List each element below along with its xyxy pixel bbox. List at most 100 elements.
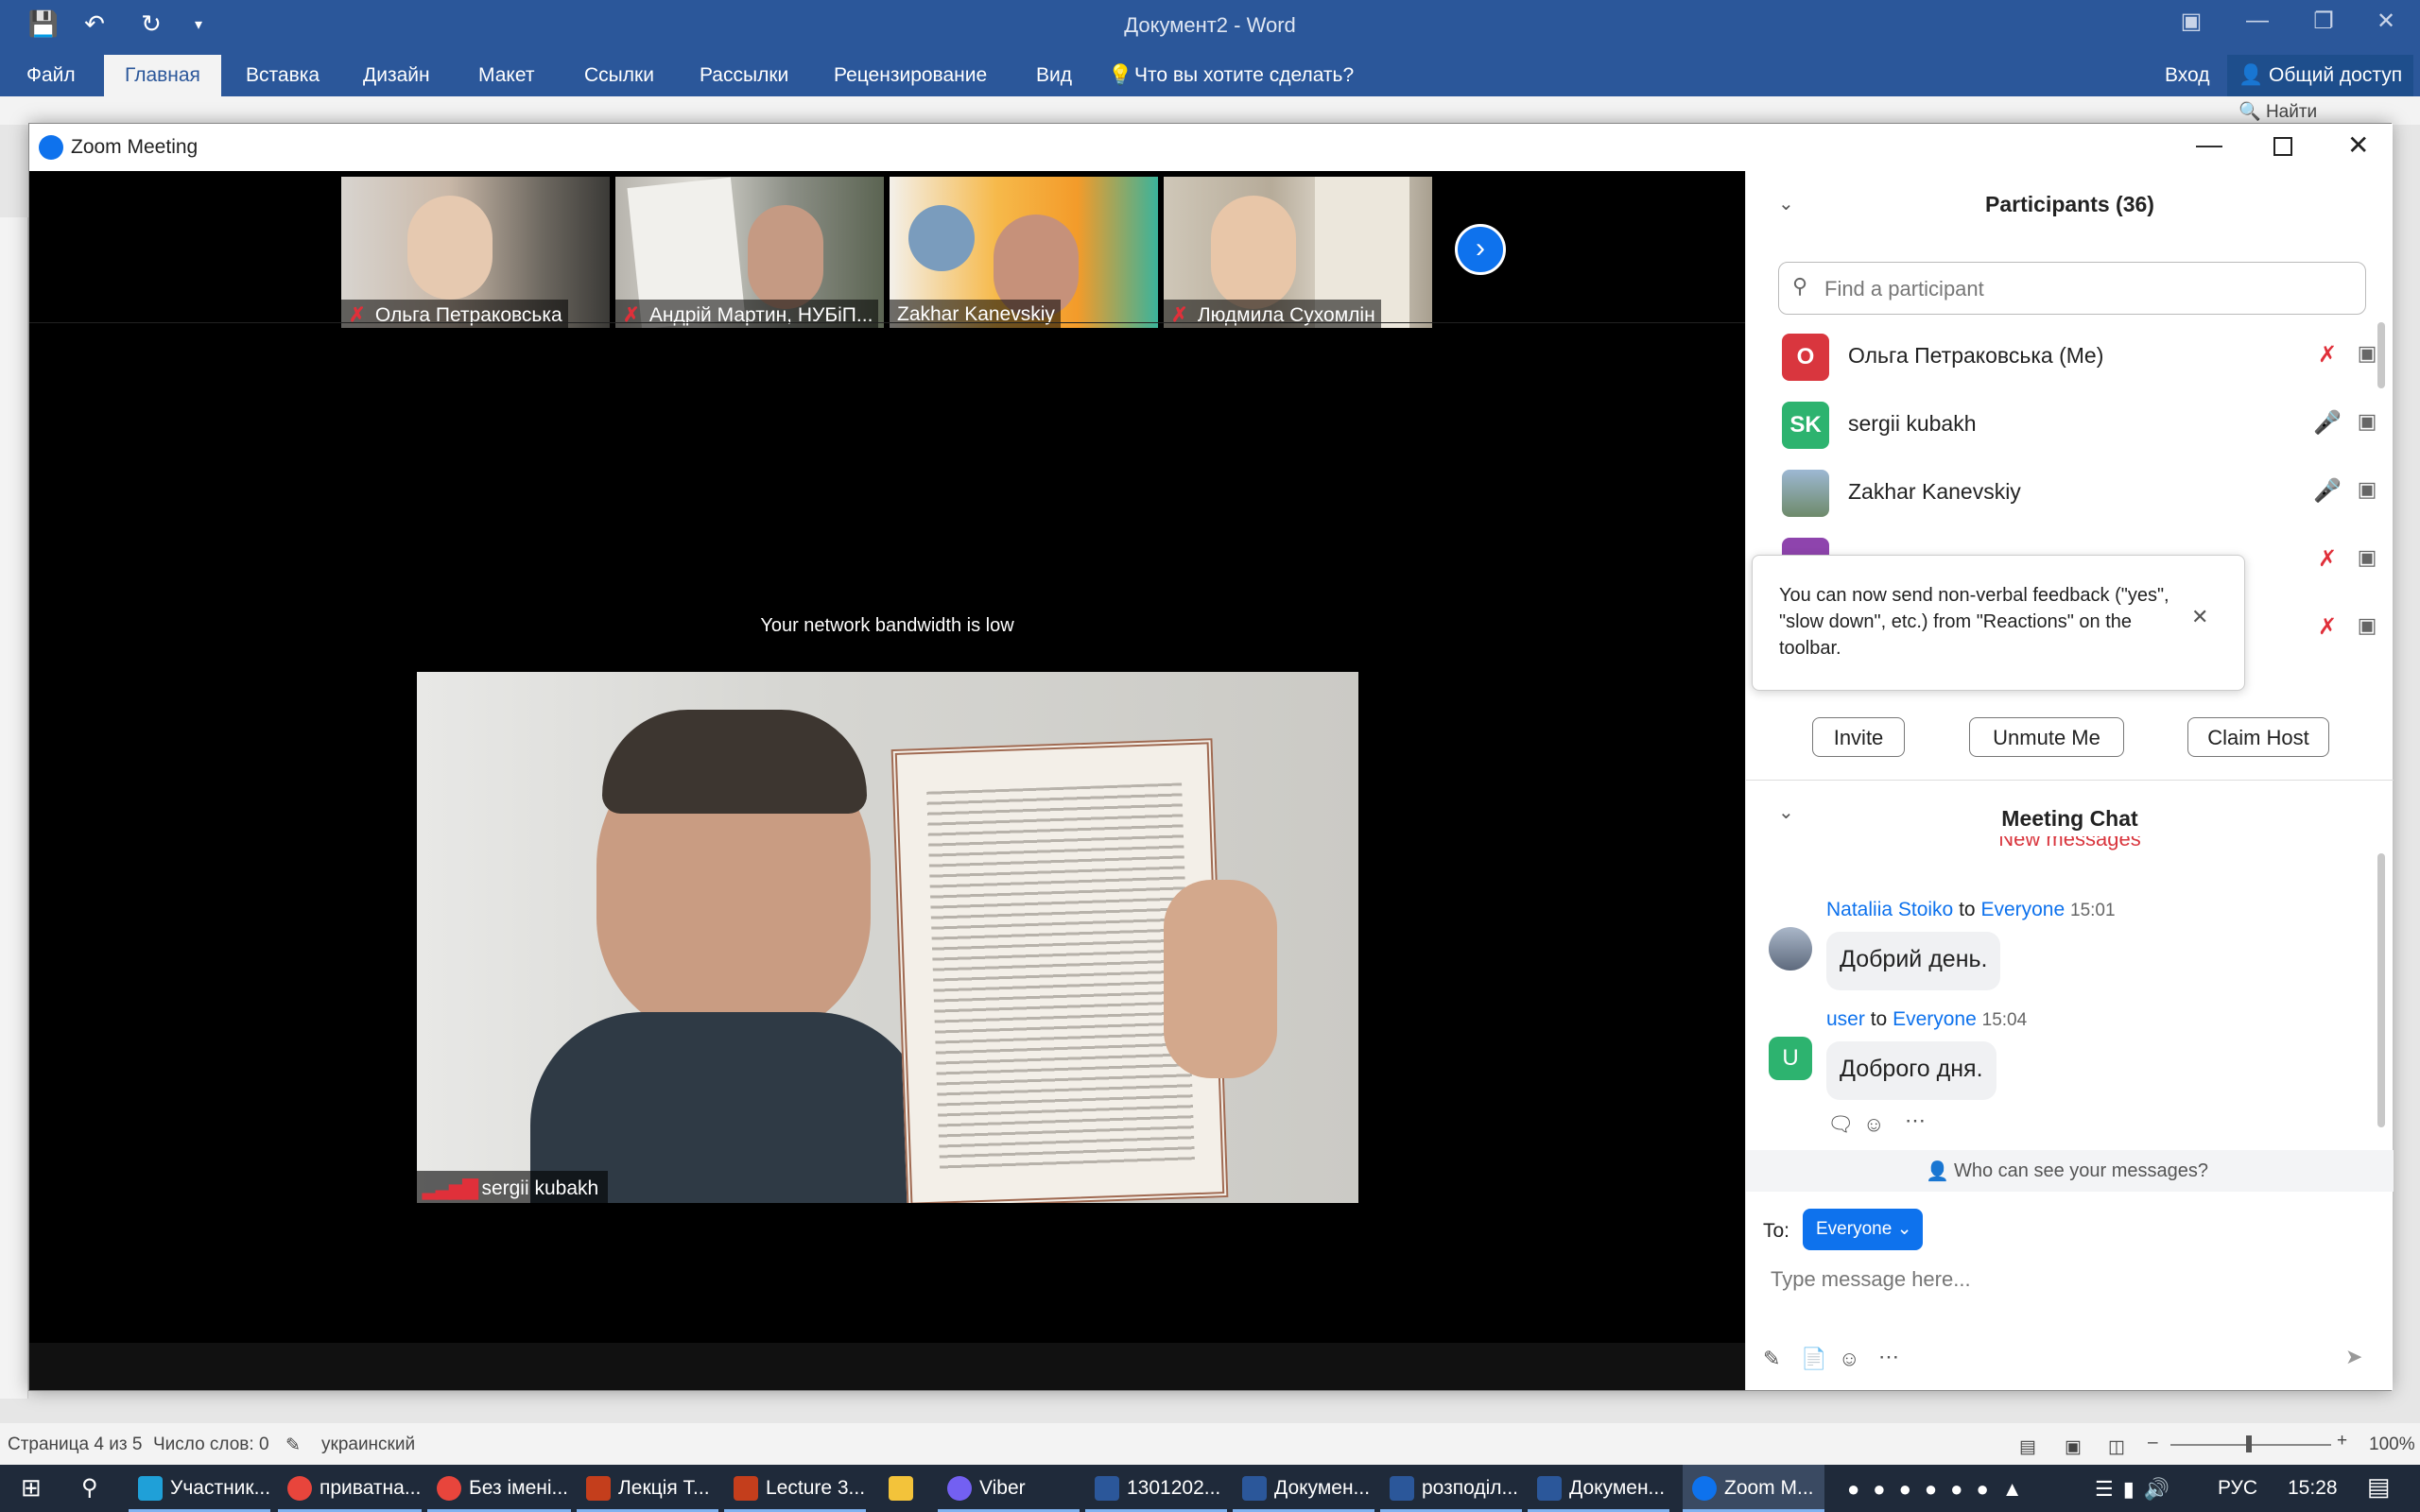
- notifications-icon[interactable]: ▤: [2352, 1465, 2409, 1512]
- recipient-name[interactable]: Everyone: [1980, 899, 2065, 920]
- taskbar-zoom[interactable]: Zoom M...: [1683, 1465, 1824, 1512]
- send-icon[interactable]: ➤: [2345, 1345, 2362, 1369]
- chevron-right-icon: ›: [1476, 232, 1485, 264]
- page-counter[interactable]: Страница 4 из 5: [8, 1435, 142, 1455]
- share-button[interactable]: 👤 Общий доступ: [2227, 55, 2414, 96]
- input-language[interactable]: РУС: [2212, 1465, 2269, 1512]
- tab-design[interactable]: Дизайн: [363, 64, 430, 87]
- word-icon: [1537, 1476, 1562, 1501]
- camera-icon[interactable]: ▣: [2351, 477, 2383, 502]
- mic-muted-icon[interactable]: ✗: [2311, 341, 2343, 369]
- message-header: Nataliia Stoiko to Everyone 15:01: [1826, 899, 2116, 921]
- message-input[interactable]: Type message here...: [1761, 1267, 2366, 1352]
- chevron-down-icon: ⌄: [1896, 1219, 1912, 1239]
- tab-view[interactable]: Вид: [1036, 64, 1072, 87]
- tab-file[interactable]: Файл: [26, 64, 76, 87]
- more-icon[interactable]: ⋯: [1878, 1345, 1899, 1369]
- participant-search-input[interactable]: ⚲ Find a participant: [1778, 262, 2366, 315]
- sender-name[interactable]: Nataliia Stoiko: [1826, 899, 1953, 920]
- close-icon[interactable]: ✕: [2347, 129, 2369, 161]
- find-button[interactable]: 🔍 Найти: [2238, 100, 2317, 123]
- taskbar-explorer[interactable]: [879, 1465, 932, 1512]
- reply-icon[interactable]: 🗨: [1827, 1112, 1854, 1137]
- word-count[interactable]: Число слов: 0: [153, 1435, 269, 1455]
- read-mode-icon[interactable]: ▤: [2019, 1436, 2036, 1458]
- mic-muted-icon[interactable]: ✗: [2311, 545, 2343, 573]
- more-icon[interactable]: ⋯: [1905, 1108, 1926, 1133]
- participants-scrollbar[interactable]: [2377, 322, 2385, 388]
- tab-insert[interactable]: Вставка: [246, 64, 320, 87]
- clock[interactable]: 15:28: [2278, 1465, 2354, 1512]
- active-speaker-video[interactable]: ▂▃▅▇ sergii kubakh: [417, 672, 1358, 1203]
- maximize-icon[interactable]: [2273, 137, 2292, 156]
- minimize-icon[interactable]: —: [2196, 129, 2222, 160]
- taskbar-powerpoint-1[interactable]: Лекція Т...: [577, 1465, 718, 1512]
- file-icon[interactable]: 📄: [1801, 1347, 1826, 1371]
- mic-icon[interactable]: 🎤: [2311, 477, 2343, 505]
- participant-row[interactable]: Zakhar Kanevskiy 🎤 ▣: [1746, 460, 2377, 528]
- zoom-level[interactable]: 100%: [2369, 1435, 2415, 1455]
- camera-icon[interactable]: ▣: [2351, 409, 2383, 434]
- emoji-icon[interactable]: ☺: [1839, 1347, 1859, 1371]
- taskbar-chrome-2[interactable]: Без імені...: [427, 1465, 571, 1512]
- search-icon[interactable]: ⚲: [68, 1465, 115, 1512]
- tab-home[interactable]: Главная: [104, 55, 221, 96]
- close-tooltip-icon[interactable]: ✕: [2191, 605, 2208, 629]
- tab-layout[interactable]: Макет: [478, 64, 534, 87]
- unmute-me-button[interactable]: Unmute Me: [1969, 717, 2124, 757]
- taskbar-word-4[interactable]: Докумен...: [1528, 1465, 1669, 1512]
- taskbar-powerpoint-2[interactable]: Lecture 3...: [724, 1465, 866, 1512]
- mic-icon[interactable]: 🎤: [2311, 409, 2343, 437]
- taskbar-edge[interactable]: Участник...: [129, 1465, 270, 1512]
- camera-icon[interactable]: ▣: [2351, 613, 2383, 638]
- recipient-name[interactable]: Everyone: [1893, 1008, 1977, 1030]
- invite-button[interactable]: Invite: [1812, 717, 1905, 757]
- video-thumbnail[interactable]: ✗ Ольга Петраковська: [341, 177, 610, 328]
- sender-name[interactable]: user: [1826, 1008, 1865, 1030]
- minimize-icon[interactable]: —: [2229, 8, 2286, 34]
- participant-row[interactable]: SK sergii kubakh 🎤 ▣: [1746, 392, 2377, 460]
- tab-mailings[interactable]: Рассылки: [700, 64, 788, 87]
- message-bubble[interactable]: Добрий день.: [1826, 932, 2001, 990]
- taskbar-chrome-1[interactable]: приватна...: [278, 1465, 422, 1512]
- privacy-bar[interactable]: 👤 Who can see your messages?: [1746, 1150, 2394, 1192]
- avatar: U: [1769, 1037, 1812, 1080]
- claim-host-button[interactable]: Claim Host: [2187, 717, 2329, 757]
- taskbar-word-3[interactable]: розподіл...: [1380, 1465, 1522, 1512]
- recipient-dropdown[interactable]: Everyone ⌄: [1803, 1209, 1924, 1250]
- taskbar-word-1[interactable]: 1301202...: [1085, 1465, 1227, 1512]
- new-messages-divider[interactable]: New messages: [1746, 836, 2394, 853]
- participant-row[interactable]: О Ольга Петраковська (Me) ✗ ▣: [1746, 324, 2377, 392]
- ribbon-options-icon[interactable]: ▣: [2163, 8, 2220, 35]
- system-tray-icons[interactable]: ●●●●●●▲: [1841, 1465, 2125, 1512]
- zoom-out-icon[interactable]: –: [2148, 1433, 2158, 1453]
- add-reaction-icon[interactable]: ☺: [1863, 1112, 1884, 1137]
- next-page-button[interactable]: ›: [1455, 224, 1506, 275]
- participant-name: Zakhar Kanevskiy: [1848, 479, 2021, 504]
- web-layout-icon[interactable]: ◫: [2108, 1436, 2125, 1458]
- speaker-name: sergii kubakh: [481, 1177, 599, 1199]
- chat-scrollbar[interactable]: [2377, 853, 2385, 1127]
- network-volume-icons[interactable]: ☰▮🔊: [2089, 1465, 2203, 1512]
- video-thumbnail[interactable]: Zakhar Kanevskiy: [890, 177, 1158, 328]
- mic-muted-icon[interactable]: ✗: [2311, 613, 2343, 641]
- sign-in-link[interactable]: Вход: [2165, 64, 2210, 87]
- print-layout-icon[interactable]: ▣: [2065, 1436, 2082, 1458]
- format-icon[interactable]: ✎: [1763, 1347, 1780, 1371]
- zoom-in-icon[interactable]: +: [2337, 1431, 2347, 1452]
- video-thumbnail[interactable]: ✗ Людмила Сухомлін: [1164, 177, 1432, 328]
- windows-start-icon[interactable]: ⊞: [8, 1465, 60, 1512]
- close-icon[interactable]: ✕: [2358, 8, 2414, 35]
- language-indicator[interactable]: украинский: [321, 1435, 415, 1455]
- tab-review[interactable]: Рецензирование: [834, 64, 987, 87]
- taskbar-word-2[interactable]: Докумен...: [1233, 1465, 1374, 1512]
- restore-icon[interactable]: ❐: [2295, 8, 2352, 35]
- camera-icon[interactable]: ▣: [2351, 545, 2383, 570]
- message-bubble[interactable]: Доброго дня.: [1826, 1041, 1996, 1100]
- proofing-icon[interactable]: ✎: [285, 1435, 301, 1456]
- video-thumbnail[interactable]: ✗ Андрій Мартин, НУБіП...: [615, 177, 884, 328]
- taskbar-viber[interactable]: Viber: [938, 1465, 1080, 1512]
- zoom-slider-thumb[interactable]: [2246, 1435, 2252, 1452]
- tab-references[interactable]: Ссылки: [584, 64, 654, 87]
- tell-me-box[interactable]: Что вы хотите сделать?: [1134, 64, 1354, 87]
